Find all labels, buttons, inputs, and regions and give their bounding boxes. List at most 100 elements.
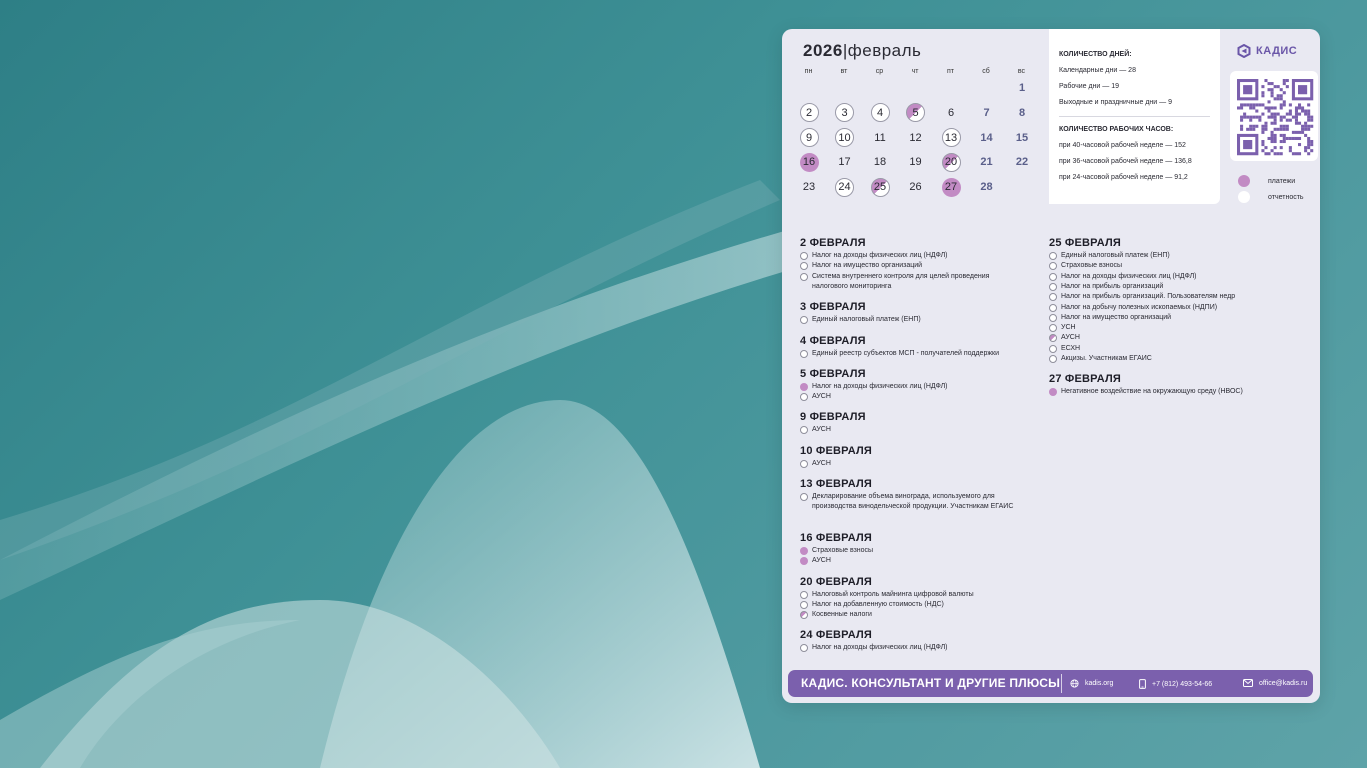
- qr-code-icon: [1237, 79, 1314, 156]
- calendar-day[interactable]: 12: [906, 128, 925, 147]
- event-item-text: Страховые взносы: [812, 546, 874, 554]
- payment-marker-icon: [800, 382, 808, 391]
- calendar-title: 2026|февраль: [803, 41, 921, 61]
- legend-payments: платежи: [1238, 175, 1295, 187]
- event-date-heading: 20 ФЕВРАЛЯ: [800, 575, 873, 588]
- legend-payments-label: платежи: [1268, 177, 1296, 185]
- reporting-marker-icon: [800, 600, 808, 609]
- qr-code[interactable]: [1230, 71, 1318, 161]
- calendar-day[interactable]: 27: [941, 177, 961, 197]
- weekday-label: пт: [947, 68, 954, 75]
- stats-panel: КОЛИЧЕСТВО ДНЕЙ: Календарные дни — 28 Ра…: [1049, 29, 1220, 204]
- calendar-card: 2026|февраль пн вт ср чт пт сб вс 1 2 3 4 5 6 7 8 9 10 1…: [782, 29, 1320, 703]
- event-item-text: Акцизы. Участникам ЕГАИС: [1061, 355, 1152, 362]
- calendar-day[interactable]: 3: [835, 103, 854, 123]
- event-item: АУСН: [800, 459, 1025, 469]
- event-item: Косвенные налоги: [800, 610, 1025, 620]
- calendar-day[interactable]: 11: [871, 128, 890, 147]
- event-item: Налог на добычу полезных ископаемых (НДП…: [1049, 303, 1279, 313]
- footer-divider: [1061, 674, 1062, 693]
- calendar-day[interactable]: 20: [941, 152, 961, 172]
- calendar-day[interactable]: 24: [835, 177, 854, 197]
- calendar-day[interactable]: 10: [835, 128, 854, 148]
- calendar-day[interactable]: 21: [977, 153, 996, 172]
- reporting-marker-icon: [1049, 324, 1057, 333]
- calendar-day[interactable]: 16: [799, 152, 819, 172]
- month-grid: 1 2 3 4 5 6 7 8 9 10 11 12 13 14 15 16 17 18 19 20 21 22 23 24 2…: [791, 77, 1041, 207]
- calendar-day[interactable]: 7: [977, 103, 996, 122]
- calendar-day[interactable]: 14: [977, 128, 996, 147]
- calendar-day[interactable]: 15: [1013, 128, 1032, 147]
- reporting-marker-icon: [1049, 303, 1057, 312]
- event-item: Налог на прибыль организаций: [1049, 282, 1279, 292]
- days-count-heading: КОЛИЧЕСТВО ДНЕЙ:: [1059, 51, 1132, 58]
- event-item-text: Налог на доходы физических лиц (НДФЛ): [812, 252, 948, 259]
- reporting-marker-icon: [1049, 344, 1057, 353]
- calendar-day[interactable]: 1: [1013, 79, 1032, 98]
- weekday-label: вс: [1017, 68, 1026, 75]
- event-item-text: Единый налоговый платеж (ЕНП): [812, 316, 921, 324]
- hours-36-row: при 36-часовой рабочей неделе — 136,8: [1059, 158, 1192, 165]
- event-date-heading: 16 ФЕВРАЛЯ: [800, 531, 873, 544]
- hours-24-row: при 24-часовой рабочей неделе — 91,2: [1059, 174, 1188, 181]
- calendar-day[interactable]: 6: [942, 103, 961, 122]
- kadis-logo: КАДИС: [1237, 44, 1297, 58]
- calendar-day[interactable]: 17: [835, 153, 854, 172]
- event-item-text: АУСН: [812, 459, 831, 467]
- mixed-marker-icon: [1049, 334, 1057, 343]
- calendar-day[interactable]: 5: [906, 103, 925, 123]
- calendar-day[interactable]: 9: [799, 128, 819, 148]
- calendar-day[interactable]: 28: [977, 178, 996, 197]
- reporting-marker-icon: [800, 349, 808, 358]
- event-item-text: Налог на доходы физических лиц (НДФЛ): [812, 382, 948, 390]
- event-item-text: АУСН: [812, 557, 831, 565]
- calendar-year: 2026: [803, 41, 843, 60]
- event-item: ЕСХН: [1049, 344, 1279, 354]
- footer-email[interactable]: office@kadis.ru: [1243, 679, 1307, 687]
- event-item: Налог на добавленную стоимость (НДС): [800, 600, 1025, 610]
- hours-40-row: при 40-часовой рабочей неделе — 152: [1059, 142, 1186, 149]
- event-date-heading: 27 ФЕВРАЛЯ: [1049, 373, 1122, 386]
- weekday-label: ср: [875, 68, 884, 75]
- event-date-heading: 24 ФЕВРАЛЯ: [800, 629, 873, 642]
- work-days-row: Рабочие дни — 19: [1059, 83, 1120, 90]
- footer-phone[interactable]: +7 (812) 493-54-66: [1139, 679, 1212, 689]
- footer-brand: КАДИС. КОНСУЛЬТАНТ И ДРУГИЕ ПЛЮСЫ: [801, 676, 1061, 690]
- calendar-day[interactable]: 22: [1013, 153, 1032, 172]
- event-item-text: Система внутреннего контроля для целей п…: [812, 272, 990, 290]
- reporting-marker-icon: [1049, 293, 1057, 302]
- footer-email-text: office@kadis.ru: [1259, 679, 1308, 687]
- calendar-day[interactable]: 26: [906, 178, 925, 197]
- event-date-heading: 13 ФЕВРАЛЯ: [800, 478, 873, 490]
- logo-hexagon-icon: [1237, 44, 1251, 58]
- mixed-marker-icon: [800, 611, 808, 620]
- calendar-day[interactable]: 19: [906, 153, 925, 172]
- calendar-days-row: Календарные дни — 28: [1059, 67, 1136, 74]
- reporting-marker-icon: [800, 316, 808, 325]
- calendar-day[interactable]: 18: [871, 153, 890, 172]
- event-item: АУСН: [1049, 333, 1279, 343]
- event-item: Акцизы. Участникам ЕГАИС: [1049, 354, 1279, 364]
- calendar-day[interactable]: 25: [870, 177, 890, 197]
- calendar-day[interactable]: 13: [941, 128, 961, 148]
- holidays-row: Выходные и праздничные дни — 9: [1059, 99, 1172, 106]
- reporting-marker-icon: [800, 493, 808, 501]
- event-item: АУСН: [800, 425, 1025, 435]
- footer-site[interactable]: kadis.org: [1070, 679, 1113, 688]
- event-item-text: Декларирование объема винограда, использ…: [812, 493, 1014, 510]
- event-item-text: АУСН: [1061, 334, 1080, 342]
- calendar-day[interactable]: 2: [799, 103, 819, 123]
- calendar-day[interactable]: 4: [870, 103, 890, 123]
- event-item-text: УСН: [1061, 324, 1076, 332]
- calendar-day[interactable]: 23: [800, 178, 819, 197]
- event-item-text: Единый реестр субъектов МСП - получателе…: [812, 349, 999, 357]
- event-item: УСН: [1049, 323, 1279, 333]
- reporting-marker-icon: [1049, 272, 1057, 281]
- calendar-day[interactable]: 8: [1013, 103, 1032, 122]
- legend-reporting: отчетность: [1238, 191, 1304, 203]
- event-item-text: Косвенные налоги: [812, 611, 872, 619]
- event-date-heading: 25 ФЕВРАЛЯ: [1049, 237, 1122, 249]
- event-item: Налоговый контроль майнинга цифровой вал…: [800, 590, 1025, 600]
- reporting-marker-icon: [800, 426, 808, 435]
- payment-marker-icon: [1049, 388, 1057, 397]
